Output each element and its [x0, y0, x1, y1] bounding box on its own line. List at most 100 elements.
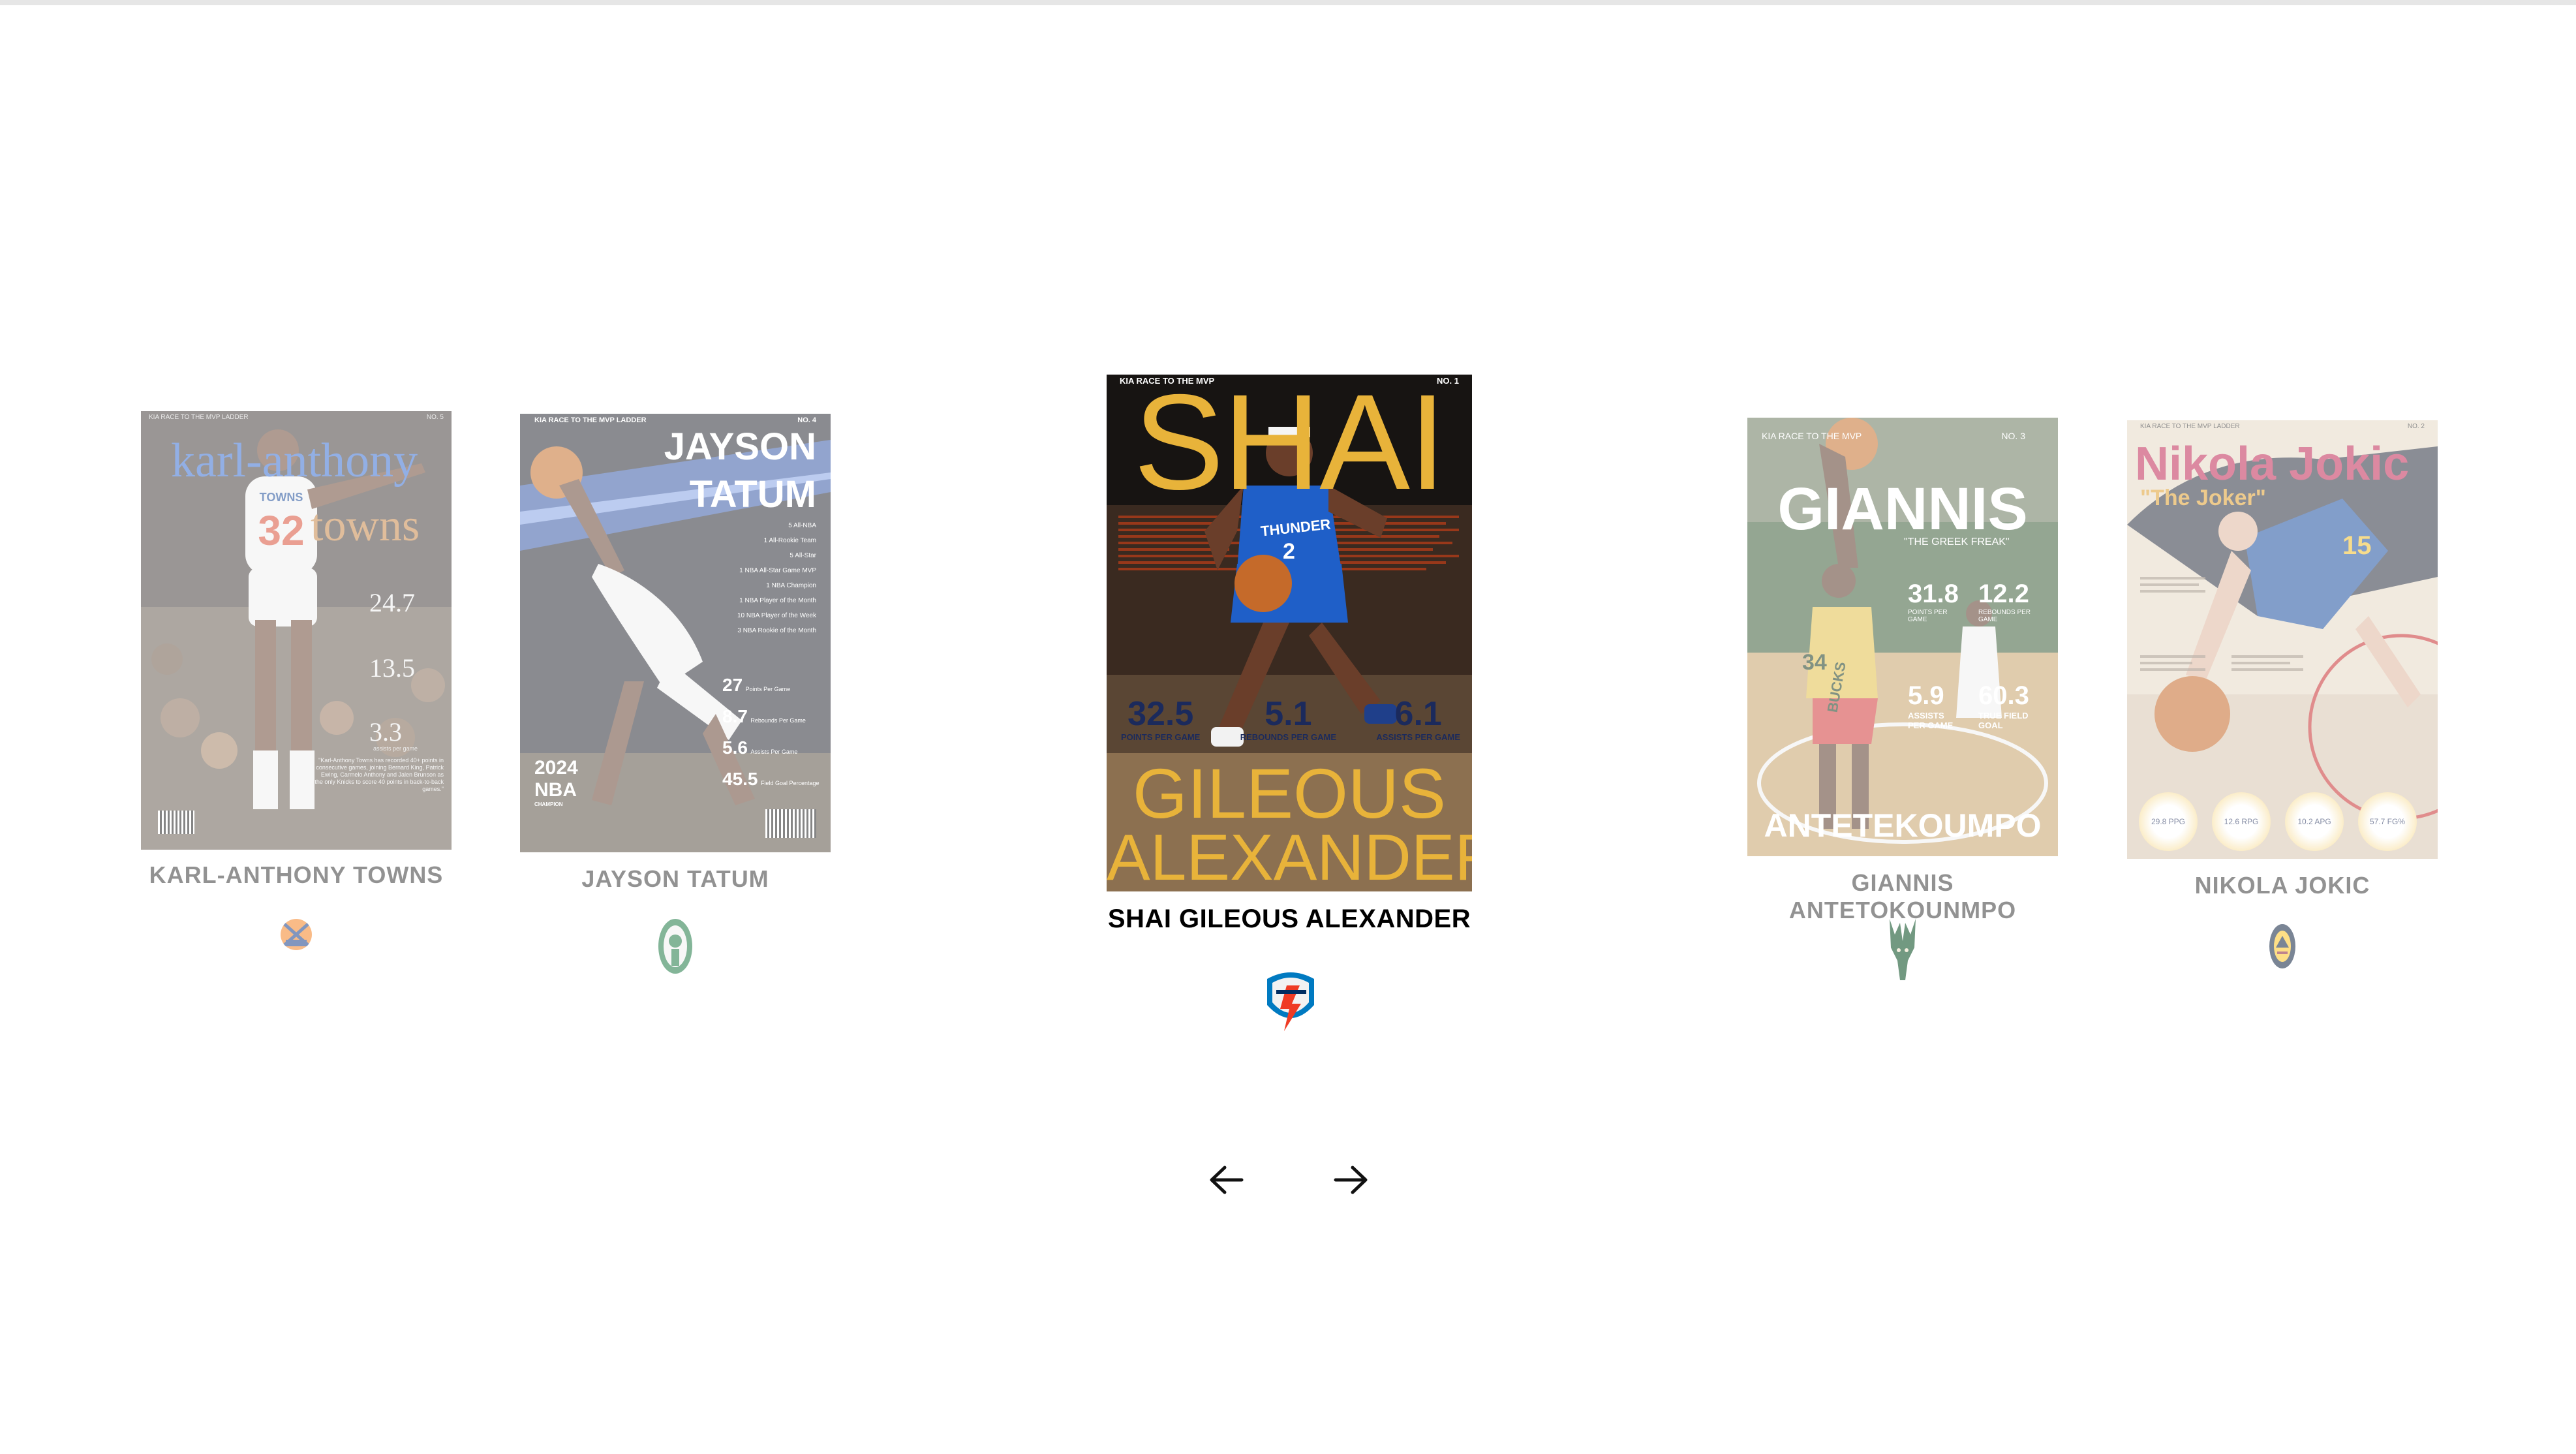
next-arrow-button[interactable] [1315, 1154, 1387, 1206]
stat-row: 32.5 POINTS PER GAME 5.1 REBOUNDS PER GAME… [1121, 696, 1460, 742]
champion-badge: 2024 NBA CHAMPION [534, 757, 578, 807]
cover-tagline: "The Joker" [2140, 486, 2266, 510]
stat-label: POINTS PER GAME [1121, 732, 1201, 742]
cover-kicker: KIA RACE TO THE MVP [1762, 431, 1862, 441]
player-name: SHAI GILEOUS ALEXANDER [1107, 905, 1471, 933]
jersey-number: 32 [258, 507, 305, 554]
honors-list: 5 All-NBA 1 All-Rookie Team 5 All-Star 1… [737, 518, 816, 638]
honor-item: 1 All-Rookie Team [763, 537, 816, 544]
stat-label: Rebounds Per Game [750, 717, 806, 724]
player-name: JAYSON TATUM [581, 865, 769, 892]
magazine-cover-tatum[interactable]: KIA RACE TO THE MVP LADDER NO. 4 JAYSON … [520, 414, 831, 852]
cover-headline-last: ANTETEKOUMPO [1764, 807, 2042, 844]
stat-value: 5.9 [1908, 681, 1944, 710]
prev-arrow-button[interactable] [1190, 1154, 1262, 1206]
player-name: KARL-ANTHONY TOWNS [149, 861, 444, 888]
cover-quote: "Karl-Anthony Towns has recorded 40+ poi… [314, 757, 444, 792]
stat-value: 5.6 [722, 737, 748, 758]
stat-bubbles: 29.8 PPG 12.6 RPG 10.2 APG 57.7 FG% [2139, 792, 2417, 851]
carousel-card-tatum[interactable]: KIA RACE TO THE MVP LADDER NO. 4 JAYSON … [520, 414, 831, 975]
carousel-card-giannis[interactable]: KIA RACE TO THE MVP NO. 3 GIANNIS "THE G… [1747, 418, 2058, 980]
cover-stat-1: 24.7 [369, 588, 415, 617]
cover-headline-first: Nikola Jokic [2135, 438, 2410, 490]
stat-value: 31.8 [1908, 580, 1959, 608]
thunder-logo-icon[interactable] [1261, 966, 1321, 1036]
jersey-number: 2 [1283, 539, 1295, 564]
cover-headline-last: TATUM [689, 473, 816, 516]
arrow-left-icon [1210, 1166, 1244, 1194]
magazine-cover-giannis[interactable]: KIA RACE TO THE MVP NO. 3 GIANNIS "THE G… [1747, 418, 2058, 856]
champ-league: NBA [534, 779, 577, 801]
cover-stat-3: 3.3 [369, 717, 402, 747]
stat-bubble: 29.8 PPG [2139, 792, 2198, 851]
cover-number: NO. 2 [2407, 423, 2425, 430]
stat-bubble: 10.2 APG [2285, 792, 2344, 851]
carousel-card-jokic[interactable]: KIA RACE TO THE MVP LADDER NO. 2 Nikola … [2127, 420, 2438, 982]
stat-item: 5.9 ASSISTS PER GAME [1908, 681, 1954, 730]
stat-bubble: 12.6 RPG [2212, 792, 2271, 851]
cover-kicker: KIA RACE TO THE MVP LADDER [534, 416, 647, 424]
stat-label: POINTS PER GAME [1908, 609, 1948, 623]
honor-item: 10 NBA Player of the Week [737, 612, 816, 619]
champ-word: CHAMPION [534, 801, 563, 807]
cover-number: NO. 3 [2001, 431, 2025, 441]
cover-number: NO. 4 [797, 416, 816, 424]
stat-label: Field Goal Percentage [760, 780, 820, 786]
stat-label: ASSISTS PER GAME [1908, 711, 1954, 730]
honor-item: 5 All-NBA [788, 522, 816, 529]
nuggets-logo-icon[interactable] [2267, 921, 2298, 971]
jersey-number: 15 [2342, 531, 2372, 560]
cover-headline-last: ALEXANDER [1107, 821, 1472, 891]
magazine-cover-towns[interactable]: KIA RACE TO THE MVP LADDER NO. 5 karl-an… [141, 411, 452, 850]
stat-label: TRUE FIELD GOAL [1978, 711, 2029, 730]
honor-item: 1 NBA Player of the Month [739, 597, 816, 604]
cover-kicker: KIA RACE TO THE MVP LADDER [149, 414, 249, 421]
arrow-right-icon [1334, 1166, 1368, 1194]
celtics-logo-icon[interactable] [654, 915, 696, 978]
cover-kicker: KIA RACE TO THE MVP LADDER [2140, 423, 2240, 430]
cover-tagline: "THE GREEK FREAK" [1904, 536, 2010, 548]
champ-year: 2024 [534, 757, 578, 779]
stat-value: 60.3 [1978, 681, 2029, 710]
bucks-logo-icon[interactable] [1882, 915, 1924, 985]
stat-label: Assists Per Game [750, 749, 798, 755]
honor-item: 5 All-Star [790, 552, 816, 559]
stat-list: 27 Points Per Game 8.7 Rebounds Per Game… [722, 675, 820, 800]
stat-value: 32.5 [1127, 695, 1194, 733]
stat-label: REBOUNDS PER GAME [1240, 732, 1337, 742]
barcode-icon [765, 809, 816, 838]
stat-value: 12.2 [1978, 580, 2029, 608]
stat-value: 27 [722, 675, 743, 695]
stat-value: 6.1 [1394, 695, 1442, 733]
cover-stat-3-label: assists per game [373, 745, 418, 752]
stat-bubble: 57.7 FG% [2358, 792, 2417, 851]
jersey-name: TOWNS [259, 491, 303, 504]
cover-headline-first: karl-anthony [171, 434, 418, 487]
stat-label: Points Per Game [745, 686, 791, 692]
magazine-cover-sga[interactable]: KIA RACE TO THE MVP NO. 1 SHAI THUNDER 2… [1107, 375, 1472, 891]
honor-item: 1 NBA Champion [766, 582, 816, 589]
mvp-carousel: KIA RACE TO THE MVP LADDER NO. 5 karl-an… [0, 0, 2576, 1454]
cover-headline-first: GIANNIS [1777, 476, 2028, 542]
knicks-logo-icon[interactable] [278, 911, 314, 958]
stat-item: 60.3 TRUE FIELD GOAL [1978, 681, 2037, 730]
cover-headline-last: towns [311, 501, 420, 551]
magazine-cover-jokic[interactable]: KIA RACE TO THE MVP LADDER NO. 2 Nikola … [2127, 420, 2438, 859]
cover-headline-middle: GILEOUS [1132, 754, 1447, 833]
cover-stat-2: 13.5 [369, 653, 415, 683]
stat-value: 45.5 [722, 769, 758, 789]
carousel-card-towns[interactable]: KIA RACE TO THE MVP LADDER NO. 5 karl-an… [141, 411, 452, 972]
jersey-number: 34 [1802, 650, 1827, 675]
stat-item: 31.8 POINTS PER GAME [1908, 580, 1959, 623]
stat-value: 5.1 [1265, 695, 1312, 733]
carousel-card-sga[interactable]: KIA RACE TO THE MVP NO. 1 SHAI THUNDER 2… [1107, 375, 1472, 1040]
cover-number: NO. 5 [426, 414, 444, 421]
stat-label: ASSISTS PER GAME [1376, 732, 1460, 742]
honor-item: 1 NBA All-Star Game MVP [739, 567, 816, 574]
player-name: NIKOLA JOKIC [2194, 872, 2370, 899]
stat-label: REBOUNDS PER GAME [1978, 609, 2031, 623]
cover-headline-first: JAYSON [664, 425, 816, 468]
barcode-icon [158, 811, 194, 834]
stat-value: 8.7 [722, 706, 748, 726]
cover-headline-first: SHAI [1133, 375, 1446, 518]
